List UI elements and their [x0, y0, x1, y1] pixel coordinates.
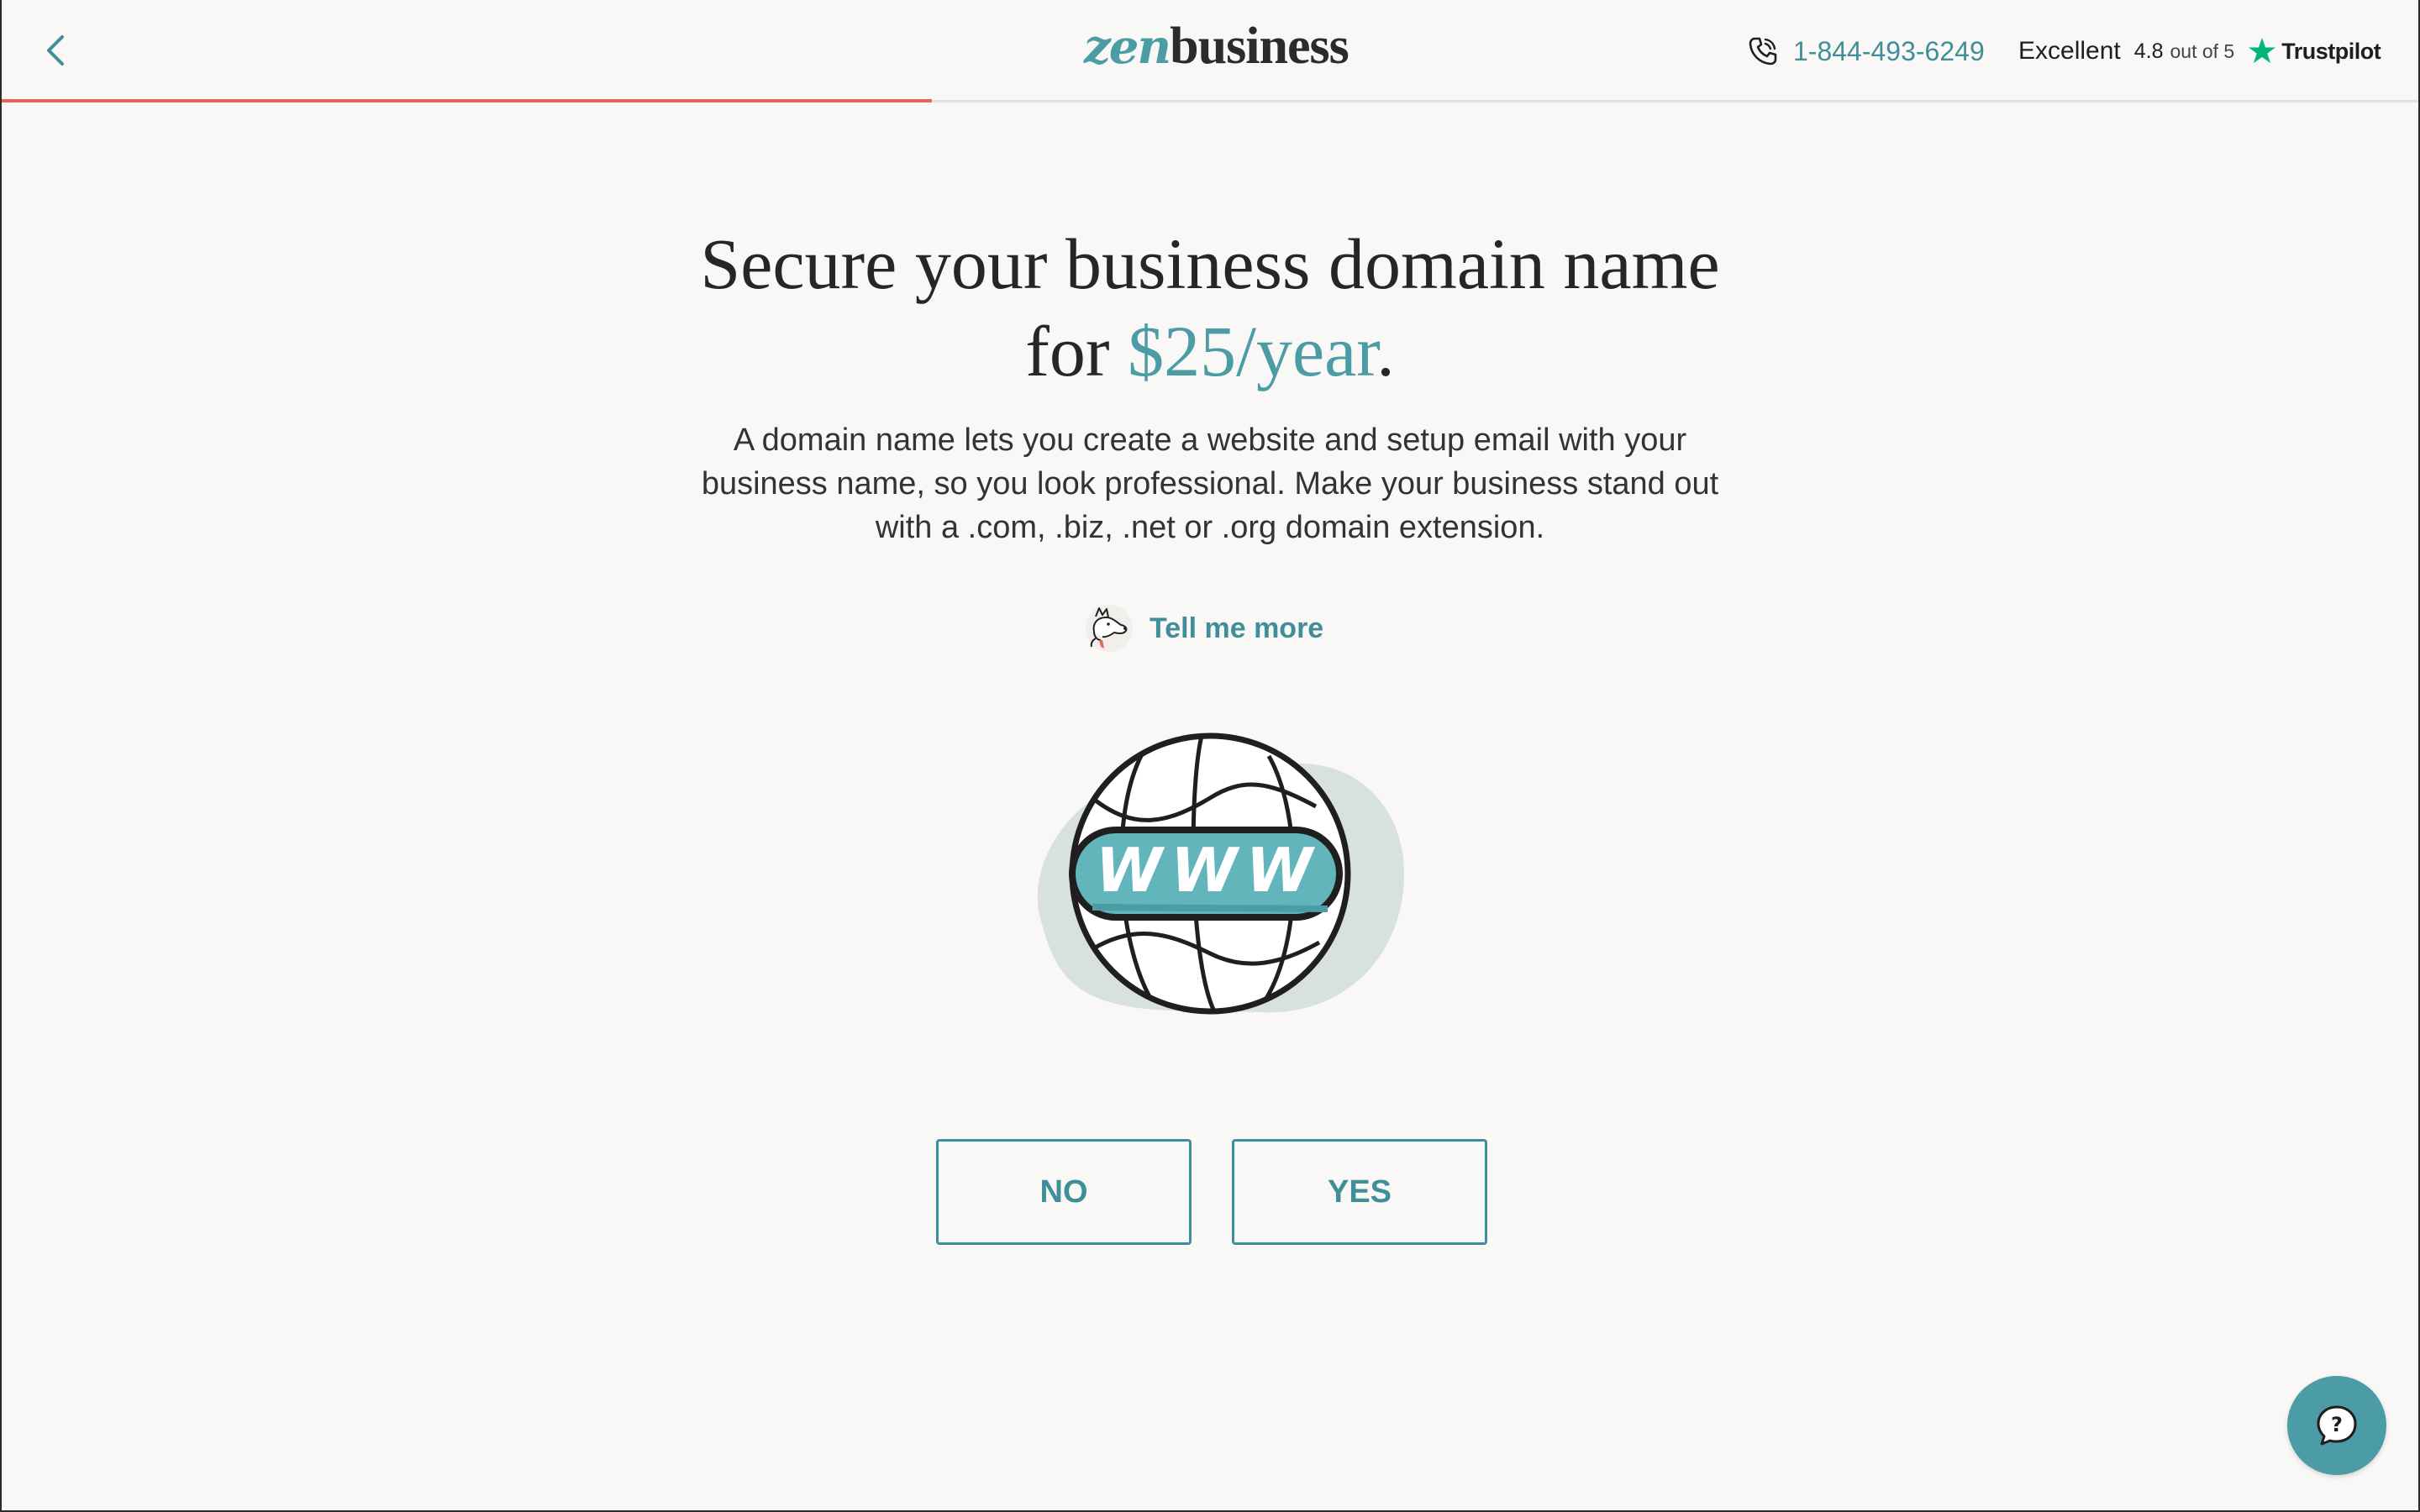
top-header: zen business 1-844-493-6249 Excellent 4.… — [0, 0, 2420, 102]
trustpilot-brand: Trustpilot — [2281, 38, 2381, 64]
globe-www-icon: WWW — [1037, 732, 1405, 1015]
logo-business: business — [1170, 18, 1349, 75]
back-button[interactable] — [37, 25, 74, 76]
description: A domain name lets you create a website … — [701, 423, 1719, 545]
trustpilot-label: Excellent — [2018, 37, 2121, 65]
globe-www-text: WWW — [1096, 835, 1321, 906]
yes-button[interactable]: YES — [1232, 1139, 1487, 1245]
tell-me-more-link[interactable]: Tell me more — [1084, 601, 1323, 655]
logo-zen: zen — [1084, 19, 1171, 75]
tell-me-more-label: Tell me more — [1150, 612, 1324, 644]
phone-link[interactable]: 1-844-493-6249 — [1748, 30, 1985, 72]
title-period: . — [1376, 311, 1395, 391]
chevron-left-icon — [47, 35, 64, 66]
title-for: for — [1025, 311, 1128, 391]
dog-mascot-icon — [1086, 605, 1133, 652]
title-price: $25/year — [1128, 311, 1377, 391]
zenbusiness-logo[interactable]: zen business — [1084, 17, 1349, 84]
chat-help-icon: ? — [2317, 1405, 2357, 1446]
globe-www-illustration: WWW — [1008, 722, 1412, 1025]
chat-help-button[interactable]: ? — [2287, 1376, 2386, 1475]
title-line1: Secure your business domain name — [700, 223, 1720, 304]
trustpilot-star-icon — [2249, 38, 2276, 63]
phone-icon — [1749, 37, 1777, 66]
no-button[interactable]: NO — [936, 1139, 1192, 1245]
trustpilot-rating[interactable]: Excellent 4.8 out of 5 Trustpilot — [2018, 30, 2381, 72]
trustpilot-score: 4.8 — [2133, 39, 2164, 63]
chat-help-glyph: ? — [2331, 1413, 2343, 1436]
page-title: Secure your business domain name for $25… — [538, 220, 1882, 395]
trustpilot-out-of: out of 5 — [2170, 39, 2235, 62]
phone-number: 1-844-493-6249 — [1793, 35, 1985, 66]
progress-bar — [0, 99, 932, 102]
